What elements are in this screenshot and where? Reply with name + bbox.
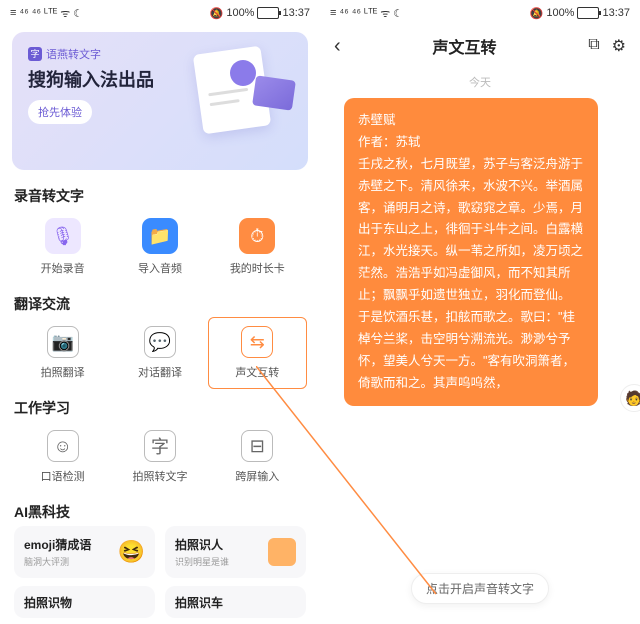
- status-bar: ≡ ⁴⁶ ⁴⁶ ᴸᵀᴱ ᯤ ☾ 🔕 100% 13:37: [0, 0, 320, 26]
- moon-icon: ☾: [393, 7, 403, 20]
- window-icon[interactable]: ⧉: [588, 36, 599, 56]
- smile-icon: ☺: [47, 430, 79, 462]
- battery-icon: [577, 7, 599, 19]
- section-title: 翻译交流: [14, 294, 306, 314]
- msg-body: 壬戌之秋，七月既望，苏子与客泛舟游于赤壁之下。清风徐来，水波不兴。举酒属客，诵明…: [358, 154, 584, 395]
- section-audio: 录音转文字 🎙 开始录音 📁 导入音频 ⏱ 我的时长卡: [0, 176, 320, 284]
- avatar[interactable]: 🧑: [620, 384, 640, 412]
- wifi-icon: ᯤ: [380, 6, 390, 21]
- promo-banner[interactable]: 字 语燕转文字 搜狗输入法出品 抢先体验: [12, 32, 308, 170]
- ai-card-face[interactable]: 拍照识人 识别明星是谁: [165, 526, 306, 578]
- wifi-icon: ᯤ: [60, 6, 70, 21]
- clock-icon: ⏱: [239, 218, 275, 254]
- section-work: 工作学习 ☺ 口语检测 字 拍照转文字 ⊟ 跨屏输入: [0, 388, 320, 492]
- message-bubble[interactable]: 赤壁赋 作者：苏轼 壬戌之秋，七月既望，苏子与客泛舟游于赤壁之下。清风徐来，水波…: [344, 98, 598, 406]
- banner-tag: 字 语燕转文字: [28, 46, 101, 62]
- battery-text: 100%: [546, 7, 574, 19]
- msg-author: 作者：苏轼: [358, 132, 584, 154]
- section-title: AI黑科技: [14, 502, 306, 522]
- camera-icon: 📷: [47, 326, 79, 358]
- battery-icon: [257, 7, 279, 19]
- network-indicator: ≡ ⁴⁶ ⁴⁶ ᴸᵀᴱ: [10, 7, 57, 19]
- cell-cross-screen[interactable]: ⊟ 跨屏输入: [209, 422, 306, 492]
- section-title: 录音转文字: [14, 186, 306, 206]
- cell-import-audio[interactable]: 📁 导入音频: [111, 210, 208, 284]
- page-header: ‹ 声文互转 ⧉ ⚙: [320, 26, 640, 66]
- cell-time-card[interactable]: ⏱ 我的时长卡: [209, 210, 306, 284]
- banner-cta-button[interactable]: 抢先体验: [28, 100, 92, 124]
- ai-card-partial[interactable]: 拍照识物: [14, 586, 155, 618]
- face-icon: [268, 538, 296, 566]
- right-screen: ≡ ⁴⁶ ⁴⁶ ᴸᵀᴱ ᯤ ☾ 🔕 100% 13:37 ‹ 声文互转 ⧉ ⚙ …: [320, 0, 640, 624]
- cell-voice-text-swap[interactable]: ⇆ 声文互转: [208, 317, 307, 389]
- chat-area: 今天 赤壁赋 作者：苏轼 壬戌之秋，七月既望，苏子与客泛舟游于赤壁之下。清风徐来…: [320, 66, 640, 412]
- text-icon: 字: [144, 430, 176, 462]
- hint-pill[interactable]: 点击开启声音转文字: [411, 573, 549, 604]
- battery-text: 100%: [226, 7, 254, 19]
- page-title: 声文互转: [432, 34, 496, 58]
- network-indicator: ≡ ⁴⁶ ⁴⁶ ᴸᵀᴱ: [330, 7, 377, 19]
- ai-card-emoji[interactable]: emoji猜成语 脑洞大评测 😆: [14, 526, 155, 578]
- clock: 13:37: [282, 7, 310, 19]
- banner-illustration: [168, 50, 298, 130]
- cell-start-record[interactable]: 🎙 开始录音: [14, 210, 111, 284]
- section-title: 工作学习: [14, 398, 306, 418]
- moon-icon: ☾: [73, 7, 83, 20]
- clock: 13:37: [602, 7, 630, 19]
- chat-icon: 💬: [144, 326, 176, 358]
- mute-icon: 🔕: [210, 7, 224, 20]
- left-screen: ≡ ⁴⁶ ⁴⁶ ᴸᵀᴱ ᯤ ☾ 🔕 100% 13:37 字 语燕转文字 搜狗输…: [0, 0, 320, 624]
- folder-icon: 📁: [142, 218, 178, 254]
- mute-icon: 🔕: [530, 7, 544, 20]
- cell-photo-translate[interactable]: 📷 拍照翻译: [14, 318, 111, 388]
- cell-photo-ocr[interactable]: 字 拍照转文字: [111, 422, 208, 492]
- cell-dialog-translate[interactable]: 💬 对话翻译: [111, 318, 208, 388]
- ai-card-partial[interactable]: 拍照识车: [165, 586, 306, 618]
- gear-icon[interactable]: ⚙: [612, 36, 626, 56]
- emoji-icon: 😆: [118, 539, 145, 565]
- section-translate: 翻译交流 📷 拍照翻译 💬 对话翻译 ⇆ 声文互转: [0, 284, 320, 388]
- mic-icon: 🎙: [45, 218, 81, 254]
- section-ai: AI黑科技: [0, 492, 320, 522]
- status-bar: ≡ ⁴⁶ ⁴⁶ ᴸᵀᴱ ᯤ ☾ 🔕 100% 13:37: [320, 0, 640, 26]
- swap-icon: ⇆: [241, 326, 273, 358]
- back-button[interactable]: ‹: [334, 35, 341, 58]
- cell-speech-check[interactable]: ☺ 口语检测: [14, 422, 111, 492]
- day-label: 今天: [334, 74, 626, 90]
- msg-title: 赤壁赋: [358, 110, 584, 132]
- screen-icon: ⊟: [241, 430, 273, 462]
